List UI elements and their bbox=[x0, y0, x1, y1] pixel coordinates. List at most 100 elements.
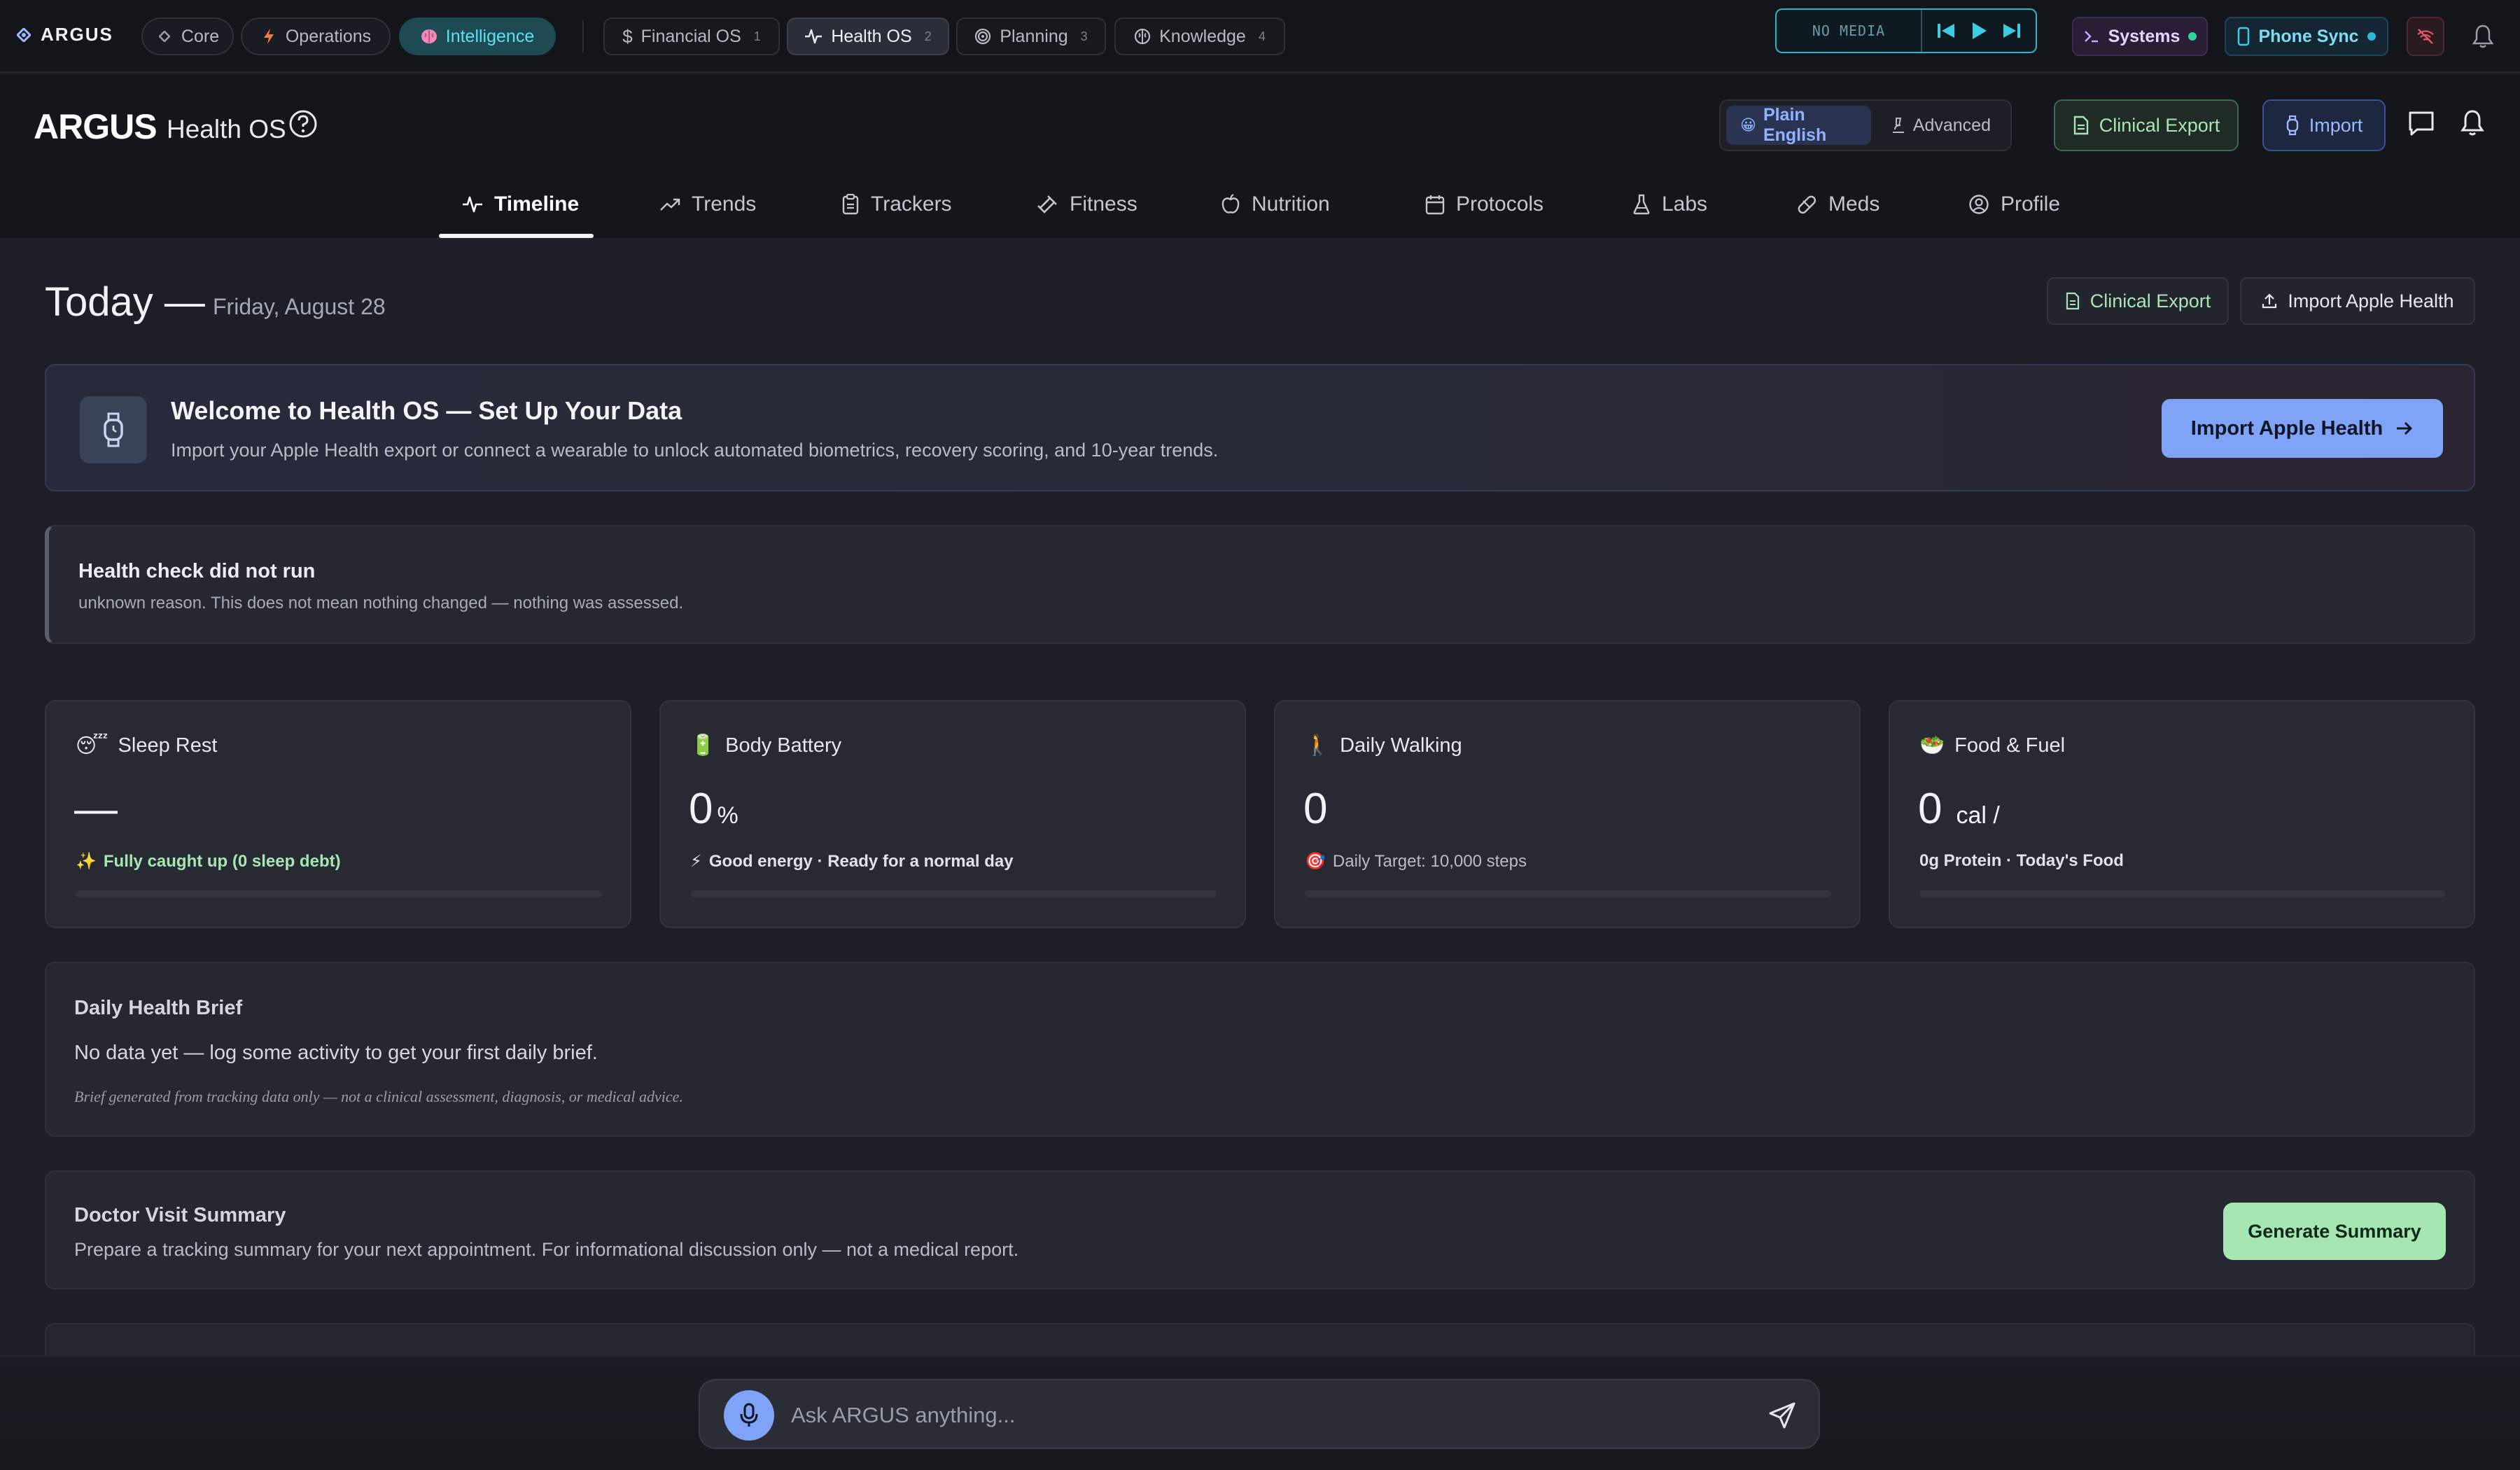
tab-trends-label: Trends bbox=[692, 192, 757, 216]
welcome-title: Welcome to Health OS — Set Up Your Data bbox=[171, 396, 682, 425]
calendar-icon bbox=[1425, 194, 1445, 215]
brain-outline-icon bbox=[1134, 28, 1151, 45]
face-emoji-icon: 😀 bbox=[1740, 116, 1756, 134]
health-check-subtitle: unknown reason. This does not mean nothi… bbox=[78, 594, 684, 612]
health-check-notice: Health check did not run unknown reason.… bbox=[45, 525, 2475, 644]
metric-progress-bar bbox=[76, 890, 602, 897]
play-icon[interactable] bbox=[1970, 21, 1988, 41]
bolt-icon bbox=[260, 28, 277, 45]
metric-title: Food & Fuel bbox=[1954, 734, 2066, 757]
metric-status: ⚡ Good energy · Ready for a normal day bbox=[690, 851, 1014, 872]
clinical-export-button[interactable]: Clinical Export bbox=[2054, 99, 2239, 151]
brand-mini-label: ARGUS bbox=[41, 24, 113, 45]
import-button[interactable]: Import bbox=[2262, 99, 2386, 151]
metric-progress-bar bbox=[1919, 890, 2446, 897]
tab-labs[interactable]: Labs bbox=[1632, 171, 1707, 238]
clipboard-icon bbox=[841, 194, 860, 215]
wifi-off-button[interactable] bbox=[2407, 17, 2444, 56]
tab-financial-os[interactable]: $ Financial OS 1 bbox=[603, 18, 780, 55]
assistant-input[interactable] bbox=[791, 1394, 1729, 1436]
tab-protocols-label: Protocols bbox=[1456, 192, 1544, 216]
import-apple-health-secondary-label: Import Apple Health bbox=[2288, 290, 2454, 312]
tab-planning[interactable]: Planning 3 bbox=[956, 18, 1106, 55]
metric-value: — bbox=[74, 785, 118, 833]
clinical-export-secondary-button[interactable]: Clinical Export bbox=[2047, 277, 2229, 325]
metric-card-sleep[interactable]: 😴 Sleep Rest — ✨ Fully caught up (0 sleep … bbox=[45, 700, 631, 928]
metric-title: Daily Walking bbox=[1340, 734, 1462, 757]
help-icon[interactable] bbox=[288, 109, 318, 139]
assistant-input-box bbox=[699, 1379, 1820, 1449]
metric-card-food-fuel[interactable]: 🥗 Food & Fuel 0 cal / 0g Protein · Today's… bbox=[1889, 700, 2475, 928]
generate-summary-button[interactable]: Generate Summary bbox=[2223, 1203, 2446, 1260]
metric-title: Body Battery bbox=[725, 734, 842, 757]
phone-sync-button[interactable]: Phone Sync bbox=[2225, 17, 2388, 56]
tab-health-os-label: Health OS bbox=[831, 26, 912, 46]
tab-meds[interactable]: Meds bbox=[1796, 171, 1879, 238]
tab-timeline-label: Timeline bbox=[494, 192, 580, 216]
walking-emoji-icon: 🚶 bbox=[1305, 734, 1331, 757]
tab-number: 2 bbox=[924, 29, 932, 43]
import-apple-health-label: Import Apple Health bbox=[2190, 416, 2384, 440]
target-emoji-icon: 🎯 bbox=[1305, 852, 1326, 871]
metric-card-body-battery[interactable]: 🔋 Body Battery 0% ⚡ Good energy · Ready fo… bbox=[659, 700, 1246, 928]
import-apple-health-button[interactable]: Import Apple Health bbox=[2162, 399, 2443, 458]
bell-icon[interactable] bbox=[2460, 109, 2485, 137]
active-tab-underline bbox=[439, 234, 594, 238]
clinical-export-label: Clinical Export bbox=[2099, 114, 2220, 136]
phone-sync-status-dot bbox=[2367, 32, 2376, 41]
next-track-icon[interactable] bbox=[2002, 22, 2022, 40]
pulse-icon bbox=[804, 28, 822, 45]
tab-profile[interactable]: Profile bbox=[1968, 171, 2060, 238]
metric-status: 0g Protein · Today's Food bbox=[1919, 851, 2124, 871]
advanced-toggle[interactable]: Advanced bbox=[1877, 106, 2005, 145]
mode-operations[interactable]: Operations bbox=[241, 18, 391, 55]
today-heading: Today — bbox=[45, 279, 205, 325]
watch-icon bbox=[80, 396, 147, 463]
tab-financial-os-label: Financial OS bbox=[640, 26, 741, 46]
systems-button[interactable]: Systems bbox=[2072, 17, 2208, 56]
upload-icon bbox=[2261, 293, 2278, 309]
tab-meds-label: Meds bbox=[1828, 192, 1880, 216]
date-label: Friday, August 28 bbox=[213, 294, 386, 319]
metric-title: Sleep Rest bbox=[118, 734, 218, 757]
import-label: Import bbox=[2309, 114, 2363, 136]
tab-trackers[interactable]: Trackers bbox=[841, 171, 952, 238]
microphone-icon bbox=[739, 1403, 759, 1428]
brain-icon bbox=[421, 28, 438, 45]
notification-bell-icon[interactable] bbox=[2471, 24, 2495, 49]
terminal-icon bbox=[2083, 29, 2100, 43]
clinical-export-secondary-label: Clinical Export bbox=[2090, 290, 2211, 312]
sleep-emoji-icon: 😴 bbox=[76, 735, 108, 757]
tab-knowledge-label: Knowledge bbox=[1159, 26, 1246, 46]
previous-track-icon[interactable] bbox=[1936, 22, 1956, 40]
view-mode-toggle: 😀 Plain English Advanced bbox=[1719, 99, 2012, 151]
microphone-button[interactable] bbox=[724, 1390, 774, 1441]
tab-timeline[interactable]: Timeline bbox=[462, 171, 579, 238]
tab-knowledge[interactable]: Knowledge 4 bbox=[1114, 18, 1285, 55]
metric-status-text: Daily Target: 10,000 steps bbox=[1332, 851, 1527, 871]
dumbbell-icon bbox=[1036, 194, 1058, 215]
mode-core[interactable]: Core bbox=[141, 18, 234, 55]
tab-fitness-label: Fitness bbox=[1070, 192, 1138, 216]
plain-english-toggle[interactable]: 😀 Plain English bbox=[1726, 105, 1871, 145]
mode-intelligence-label: Intelligence bbox=[445, 26, 535, 46]
tab-trends[interactable]: Trends bbox=[659, 171, 756, 238]
brand-mini[interactable]: ARGUS bbox=[17, 24, 113, 46]
metric-card-daily-walking[interactable]: 🚶 Daily Walking 0 🎯 Daily Target: 10,000 s… bbox=[1274, 700, 1861, 928]
tab-nutrition-label: Nutrition bbox=[1252, 192, 1330, 216]
chat-icon[interactable] bbox=[2408, 111, 2435, 137]
doctor-summary-subtitle: Prepare a tracking summary for your next… bbox=[74, 1239, 1019, 1260]
tab-nutrition[interactable]: Nutrition bbox=[1221, 171, 1330, 238]
app-logo[interactable]: ARGUS bbox=[34, 106, 158, 147]
advanced-label: Advanced bbox=[1912, 115, 1991, 135]
send-icon[interactable] bbox=[1768, 1401, 1796, 1429]
phone-sync-label: Phone Sync bbox=[2258, 26, 2359, 46]
mode-intelligence[interactable]: Intelligence bbox=[399, 18, 556, 55]
tab-protocols[interactable]: Protocols bbox=[1425, 171, 1544, 238]
import-apple-health-secondary-button[interactable]: Import Apple Health bbox=[2240, 277, 2475, 325]
tab-fitness[interactable]: Fitness bbox=[1036, 171, 1138, 238]
metric-progress-bar bbox=[690, 890, 1217, 897]
microscope-icon bbox=[1891, 117, 1906, 134]
tab-planning-label: Planning bbox=[1000, 26, 1068, 46]
tab-health-os[interactable]: Health OS 2 bbox=[787, 18, 949, 55]
